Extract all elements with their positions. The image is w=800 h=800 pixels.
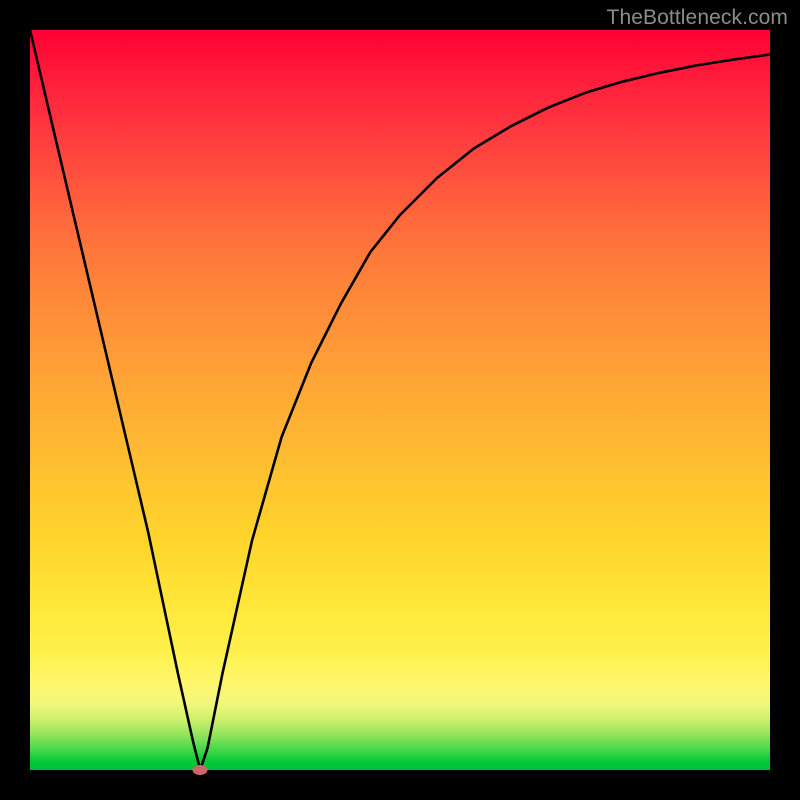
optimal-point-marker [193,765,208,775]
bottleneck-curve [30,30,770,770]
watermark-label: TheBottleneck.com [607,6,788,30]
chart-frame: TheBottleneck.com [0,0,800,800]
plot-area [30,30,770,770]
